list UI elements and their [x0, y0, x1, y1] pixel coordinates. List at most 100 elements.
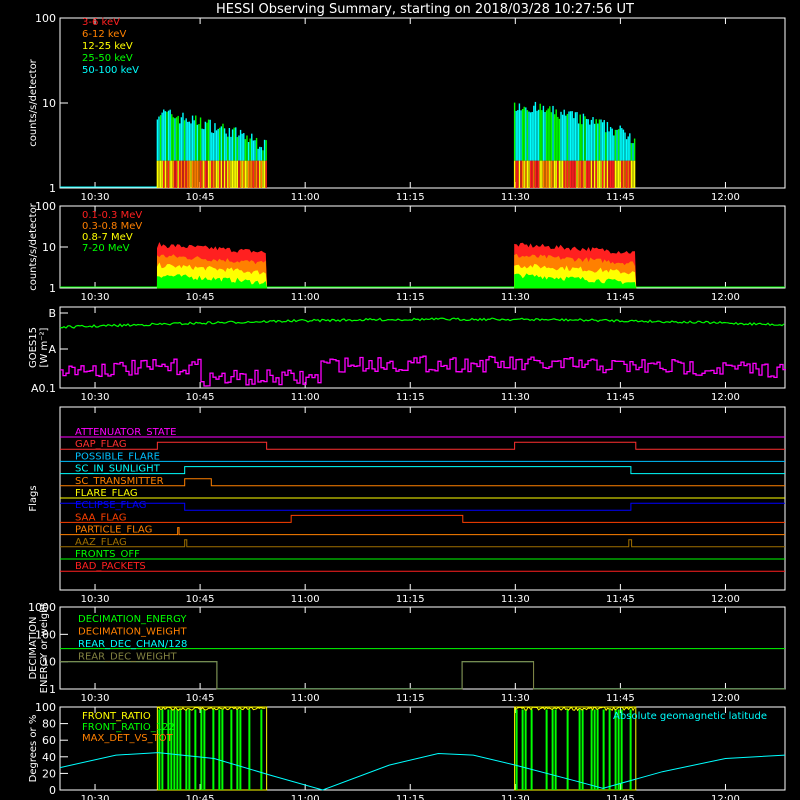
time-tick-label: 11:15 [396, 594, 425, 605]
flag-trace [60, 527, 785, 536]
flag-trace [60, 539, 785, 548]
time-tick-label: 11:00 [291, 794, 320, 800]
legend-entry: 0.8-7 MeV [82, 232, 133, 243]
ytick-label-decimation: 1 [49, 683, 56, 696]
ytick-label-goes: A0.1 [31, 382, 56, 395]
time-tick-label: 11:15 [396, 192, 425, 203]
ytick-label-ratios: 40 [42, 751, 56, 764]
legend-entry: DECIMATION_ENERGY [78, 614, 187, 625]
time-tick-label: 11:00 [291, 292, 320, 303]
ylabel-ratios: Degrees or % [28, 715, 39, 783]
time-tick-label: 10:30 [81, 693, 110, 704]
ylabel2-decimation: ENERGY or weight [39, 603, 50, 694]
flag-label: FRONTS_OFF [75, 549, 140, 560]
flag-trace [60, 478, 785, 487]
legend-entry: 3-6 keV [82, 17, 120, 28]
ytick-label-ratios: 0 [49, 784, 56, 797]
time-tick-label: 11:15 [396, 292, 425, 303]
flag-label: GAP_FLAG [75, 439, 127, 450]
time-tick-label: 11:00 [291, 392, 320, 403]
flag-label: SAA_FLAG [75, 512, 126, 523]
ytick-label-goes: A [48, 343, 56, 356]
time-tick-label: 12:00 [711, 794, 740, 800]
decimation-trace [60, 661, 785, 690]
ylabel-flags: Flags [28, 485, 39, 511]
time-tick-label: 11:30 [501, 693, 530, 704]
time-tick-label: 11:30 [501, 794, 530, 800]
flag-label: ATTENUATOR_STATE [75, 427, 176, 438]
legend-entry: 6-12 keV [82, 29, 126, 40]
time-tick-label: 10:45 [186, 594, 215, 605]
flag-label: POSSIBLE_FLARE [75, 451, 160, 462]
flag-label: SC_TRANSMITTER [75, 476, 164, 487]
flag-label: ECLIPSE_FLAG [75, 500, 146, 511]
time-tick-label: 12:00 [711, 292, 740, 303]
ytick-label-decimation: 100 [35, 628, 56, 641]
ytick-label-ratios: 20 [42, 767, 56, 780]
time-tick-label: 10:30 [81, 192, 110, 203]
flag-trace [60, 441, 785, 450]
ytick-label-goes: B [48, 307, 56, 320]
flag-label: AAZ_FLAG [75, 537, 127, 548]
ylabel-goes: GOES15 [28, 327, 39, 368]
legend-entry: REAR_DEC_CHAN/128 [78, 639, 187, 650]
figure-title: HESSI Observing Summary, starting on 201… [216, 2, 634, 17]
decimation-trace [60, 661, 785, 690]
time-tick-label: 11:45 [606, 392, 635, 403]
time-tick-label: 11:45 [606, 594, 635, 605]
ytick-label-decimation: 10 [42, 656, 56, 669]
time-tick-label: 11:30 [501, 594, 530, 605]
time-tick-label: 11:45 [606, 693, 635, 704]
legend-entry: MAX_DET_VS_TOT [82, 733, 174, 744]
flag-label: FLARE_FLAG [75, 488, 138, 499]
time-tick-label: 11:15 [396, 794, 425, 800]
ytick-label-ratios: 80 [42, 718, 56, 731]
time-tick-label: 12:00 [711, 693, 740, 704]
ytick-label-counts_low: 100 [35, 12, 56, 25]
time-tick-label: 10:45 [186, 192, 215, 203]
count-burst-1 [513, 101, 636, 188]
ytick-label-ratios: 100 [35, 701, 56, 714]
legend-entry: 12-25 keV [82, 41, 133, 52]
ylabel-counts_low: counts/s/detector [28, 58, 39, 146]
legend-entry: 0.1-0.3 MeV [82, 210, 142, 221]
legend-entry: FRONT_RATIO_122 [82, 722, 175, 733]
ylabel-counts_high: counts/s/detector [28, 202, 39, 290]
flag-label: BAD_PACKETS [75, 561, 146, 572]
ytick-label-counts_high: 1 [49, 282, 56, 295]
decimation-trace [60, 661, 785, 690]
flag-label: PARTICLE_FLAG [75, 525, 152, 536]
ylabel-decimation: DECIMATION [28, 616, 39, 679]
ytick-label-counts_high: 100 [35, 200, 56, 213]
legend-entry: 50-100 keV [82, 65, 139, 76]
legend-entry: Absolute geomagnetic latitude [613, 711, 767, 722]
time-tick-label: 10:30 [81, 594, 110, 605]
time-tick-label: 11:30 [501, 392, 530, 403]
legend-entry: DECIMATION_WEIGHT [78, 627, 187, 638]
time-tick-label: 10:45 [186, 292, 215, 303]
time-tick-label: 10:30 [81, 392, 110, 403]
time-tick-label: 11:30 [501, 292, 530, 303]
time-tick-label: 10:45 [186, 794, 215, 800]
flag-trace [60, 514, 785, 523]
time-tick-label: 11:30 [501, 192, 530, 203]
goes-short-channel [60, 355, 786, 387]
count-burst-0 [156, 109, 267, 188]
flag-trace [60, 466, 785, 475]
time-tick-label: 12:00 [711, 392, 740, 403]
time-tick-label: 11:00 [291, 693, 320, 704]
legend-entry: FRONT_RATIO [82, 711, 151, 722]
ytick-label-ratios: 60 [42, 734, 56, 747]
time-tick-label: 11:00 [291, 594, 320, 605]
ytick-label-counts_low: 10 [42, 97, 56, 110]
ytick-label-counts_high: 10 [42, 241, 56, 254]
goes-long-channel [59, 317, 785, 329]
flag-trace [60, 502, 785, 511]
time-tick-label: 11:15 [396, 392, 425, 403]
time-tick-label: 10:30 [81, 292, 110, 303]
legend-entry: 0.3-0.8 MeV [82, 221, 142, 232]
time-tick-label: 11:15 [396, 693, 425, 704]
ytick-label-decimation: 1000 [28, 601, 56, 614]
time-tick-label: 11:45 [606, 292, 635, 303]
flag-label: SC_IN_SUNLIGHT [75, 464, 161, 475]
